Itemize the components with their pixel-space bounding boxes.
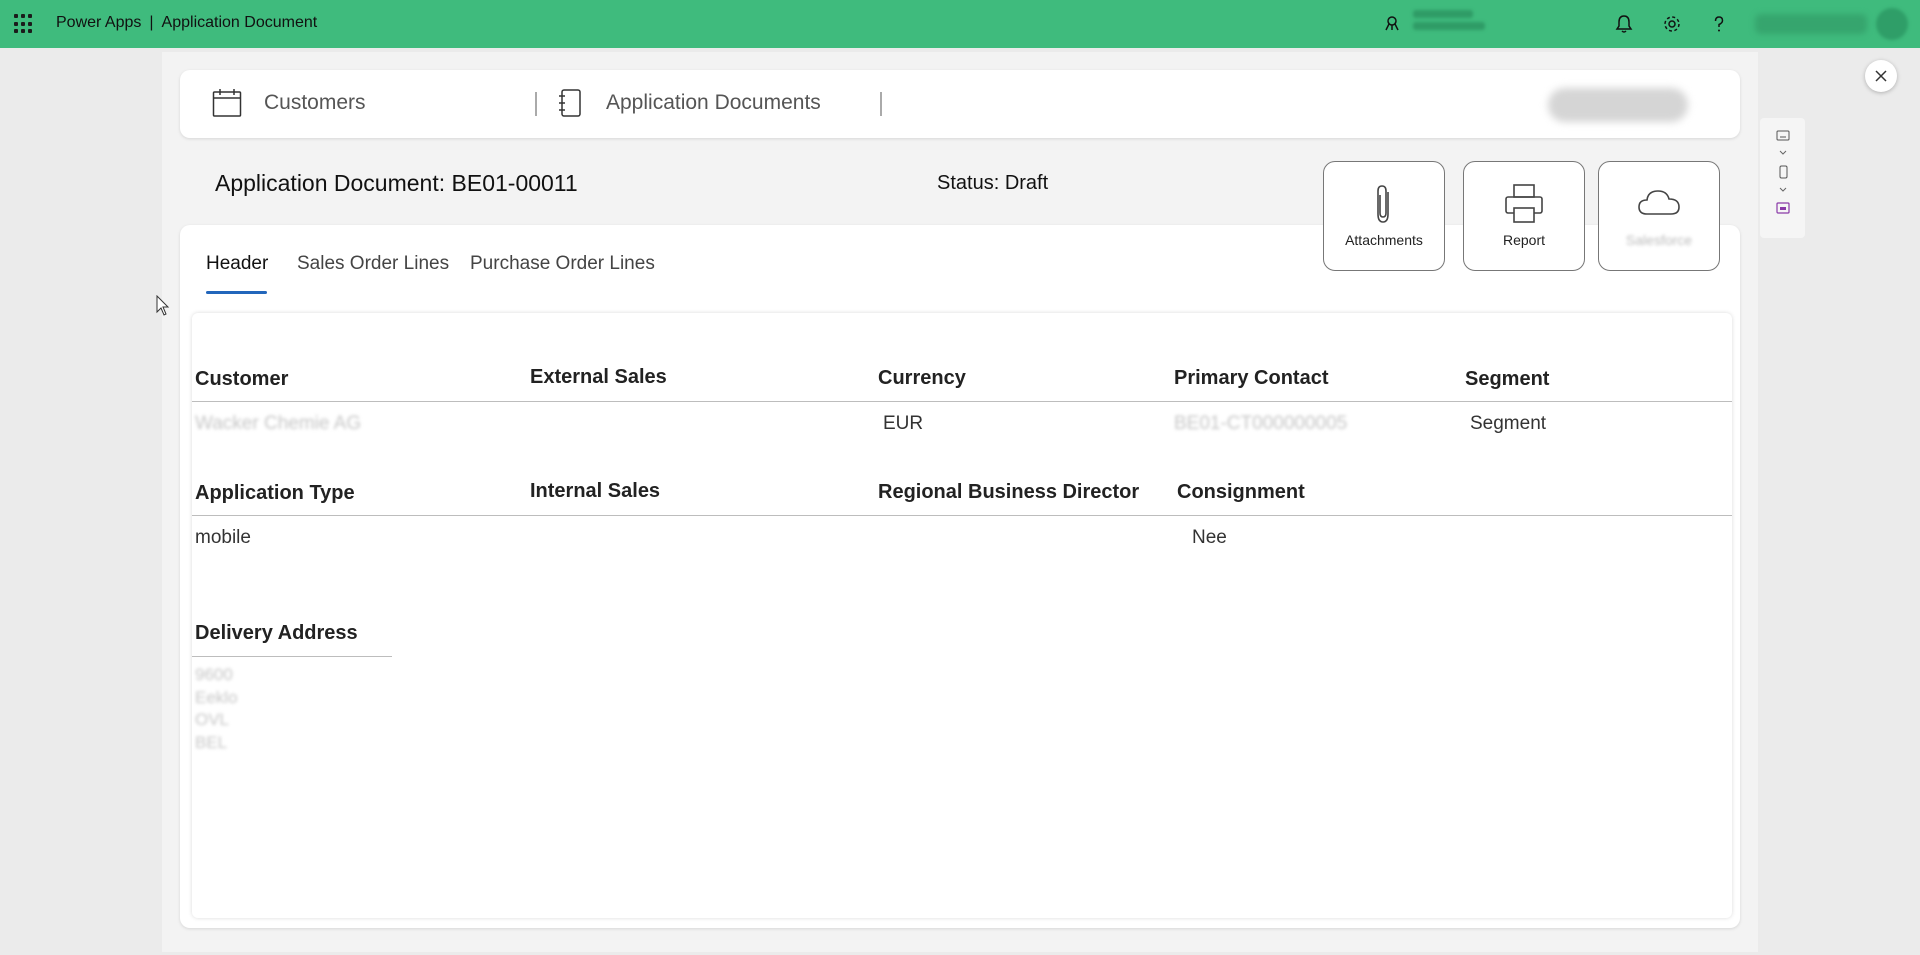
report-label: Report bbox=[1502, 232, 1546, 248]
segment-label: Segment bbox=[1465, 368, 1550, 390]
breadcrumb-divider bbox=[535, 92, 537, 116]
cloud-icon bbox=[1638, 190, 1680, 215]
phone-icon[interactable] bbox=[1775, 164, 1791, 180]
page-title: Application Document: BE01-00011 bbox=[215, 170, 578, 196]
title-separator: | bbox=[149, 14, 154, 31]
document-content-card: Header Sales Order Lines Purchase Order … bbox=[180, 225, 1740, 928]
chevron-down-icon[interactable] bbox=[1775, 182, 1791, 198]
customer-label: Customer bbox=[195, 368, 289, 390]
attachments-button[interactable]: Attachments bbox=[1323, 161, 1445, 271]
user-avatar[interactable] bbox=[1876, 8, 1908, 40]
row-divider bbox=[192, 401, 1732, 402]
user-name[interactable] bbox=[1755, 14, 1867, 34]
close-icon bbox=[1875, 70, 1887, 82]
delivery-address-line: OVL bbox=[195, 710, 230, 729]
mouse-cursor-icon bbox=[156, 295, 170, 316]
app-brand: Power Apps bbox=[56, 14, 142, 31]
breadcrumb: Customers Application Documents bbox=[180, 70, 1740, 138]
row-divider bbox=[192, 656, 392, 657]
consignment-label: Consignment bbox=[1177, 481, 1305, 503]
environment-selector[interactable] bbox=[1413, 6, 1493, 36]
app-page-title: Application Document bbox=[161, 14, 318, 31]
salesforce-button[interactable]: Salesforce bbox=[1598, 161, 1720, 271]
chevron-down-icon[interactable] bbox=[1775, 145, 1791, 161]
delivery-address-label: Delivery Address bbox=[195, 622, 358, 644]
printer-icon bbox=[1505, 184, 1543, 223]
consignment-value[interactable]: Nee bbox=[1192, 527, 1227, 549]
screen-icon[interactable] bbox=[1775, 128, 1791, 144]
report-button[interactable]: Report bbox=[1463, 161, 1585, 271]
top-bar: Power Apps | Application Document bbox=[0, 0, 1920, 48]
app-title: Power Apps | Application Document bbox=[56, 14, 317, 32]
primary-contact-label: Primary Contact bbox=[1174, 367, 1329, 389]
currency-label: Currency bbox=[878, 367, 966, 389]
tab-sales-order-lines[interactable]: Sales Order Lines bbox=[297, 253, 449, 275]
tab-header[interactable]: Header bbox=[206, 253, 268, 275]
paperclip-icon bbox=[1377, 185, 1389, 223]
active-tab-indicator bbox=[206, 291, 267, 294]
application-type-label: Application Type bbox=[195, 482, 355, 504]
close-button[interactable] bbox=[1865, 60, 1897, 92]
delivery-address-line: BEL bbox=[195, 733, 228, 752]
row-divider bbox=[192, 515, 1732, 516]
calendar-icon bbox=[212, 89, 242, 117]
breadcrumb-label: Customers bbox=[264, 91, 366, 114]
environment-name bbox=[1413, 22, 1485, 30]
delivery-address-line: Eeklo bbox=[195, 688, 238, 707]
breadcrumb-label: Application Documents bbox=[606, 91, 821, 114]
internal-sales-label: Internal Sales bbox=[530, 480, 661, 502]
side-toolbar bbox=[1760, 118, 1805, 238]
segment-value[interactable]: Segment bbox=[1470, 413, 1546, 435]
attachments-label: Attachments bbox=[1345, 232, 1423, 248]
currency-value[interactable]: EUR bbox=[883, 413, 923, 435]
customer-value[interactable]: Wacker Chemie AG bbox=[195, 413, 361, 435]
environment-icon[interactable] bbox=[1383, 14, 1401, 32]
salesforce-label: Salesforce bbox=[1625, 232, 1693, 248]
help-icon[interactable] bbox=[1708, 13, 1730, 35]
tab-purchase-order-lines[interactable]: Purchase Order Lines bbox=[470, 253, 655, 275]
regional-business-director-label: Regional Business Director bbox=[878, 481, 1140, 503]
header-form: Customer External Sales Currency Primary… bbox=[192, 313, 1732, 918]
status-badge: Status: Draft bbox=[937, 172, 1049, 194]
notebook-icon bbox=[559, 89, 581, 117]
application-type-value[interactable]: mobile bbox=[195, 527, 251, 549]
app-launcher-icon[interactable] bbox=[14, 14, 34, 34]
external-sales-label: External Sales bbox=[530, 366, 667, 388]
settings-gear-icon[interactable] bbox=[1661, 13, 1683, 35]
breadcrumb-action-pill[interactable] bbox=[1548, 88, 1688, 122]
calendar-app-icon[interactable] bbox=[1775, 200, 1791, 216]
breadcrumb-application-documents[interactable]: Application Documents bbox=[558, 88, 821, 118]
breadcrumb-divider bbox=[880, 92, 882, 116]
notification-bell-icon[interactable] bbox=[1613, 13, 1635, 35]
primary-contact-value[interactable]: BE01-CT000000005 bbox=[1174, 413, 1347, 435]
environment-label bbox=[1413, 10, 1473, 18]
delivery-address-line: 9600 bbox=[195, 665, 233, 684]
breadcrumb-customers[interactable]: Customers bbox=[212, 88, 366, 118]
